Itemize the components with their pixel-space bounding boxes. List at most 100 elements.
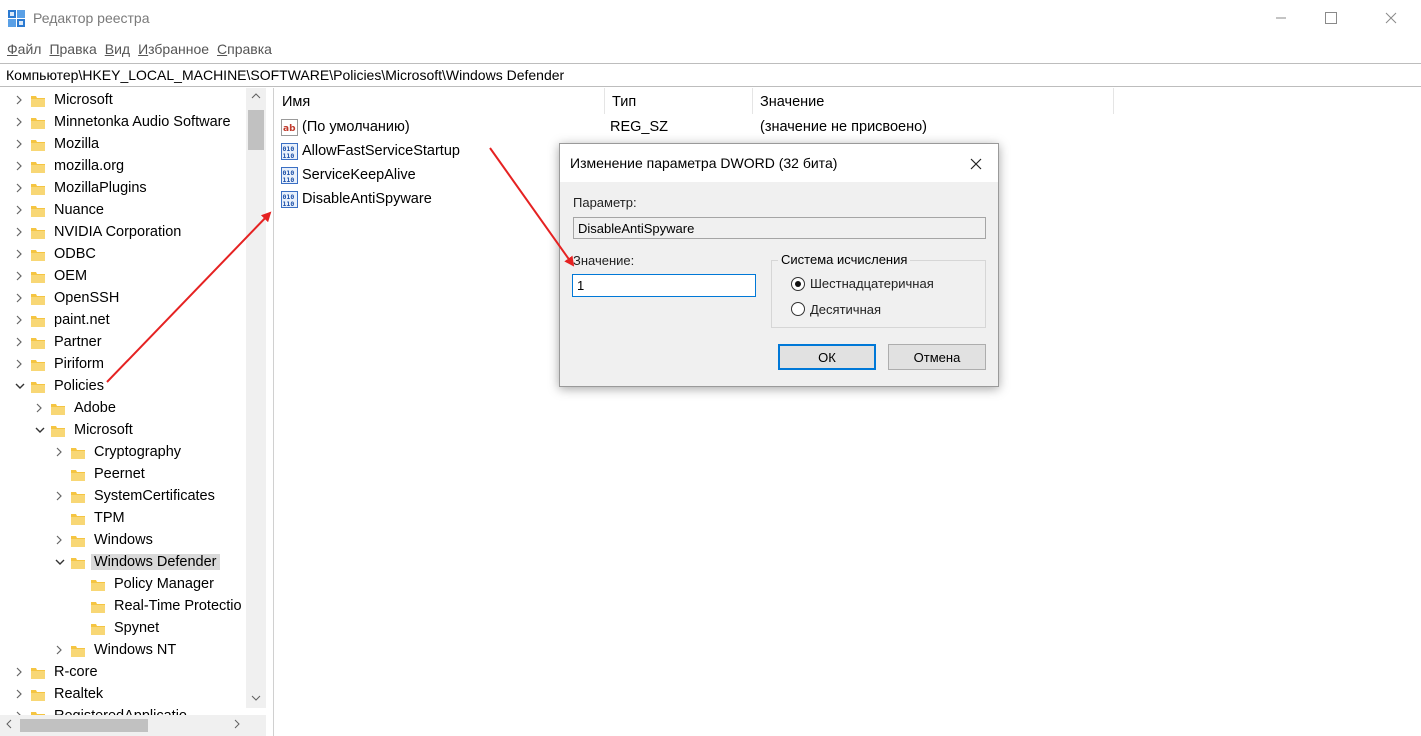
menu-item[interactable]: Вид [105, 39, 130, 61]
radio-hex[interactable] [791, 277, 805, 291]
value-row[interactable]: ab (По умолчанию) REG_SZ (значение не присв… [275, 116, 1421, 140]
tree-node[interactable]: SystemCertificates [0, 486, 246, 508]
close-window-button[interactable] [1368, 0, 1414, 36]
chevron-right-icon[interactable] [14, 336, 26, 350]
column-header-name[interactable]: Имя [275, 88, 605, 114]
chevron-right-icon[interactable] [54, 644, 66, 658]
radio-dec[interactable] [791, 302, 805, 316]
chevron-right-icon[interactable] [54, 534, 66, 548]
scroll-down-icon[interactable] [246, 690, 266, 708]
pane-splitter[interactable] [270, 88, 274, 736]
base-group-label: Система исчисления [778, 252, 911, 267]
chevron-right-icon[interactable] [14, 688, 26, 702]
chevron-right-icon[interactable] [14, 116, 26, 130]
folder-icon [91, 600, 105, 614]
tree-node[interactable]: mozilla.org [0, 156, 246, 178]
tree-vertical-scrollbar[interactable] [246, 88, 266, 708]
chevron-right-icon[interactable] [14, 270, 26, 284]
scroll-thumb[interactable] [248, 110, 264, 150]
chevron-right-icon[interactable] [14, 160, 26, 174]
folder-icon [71, 644, 85, 658]
tree-node[interactable]: ODBC [0, 244, 246, 266]
tree-node[interactable]: Spynet [0, 618, 246, 640]
tree-node[interactable]: Policy Manager [0, 574, 246, 596]
tree-node[interactable]: Partner [0, 332, 246, 354]
tree-node[interactable]: Microsoft [0, 420, 246, 442]
chevron-right-icon[interactable] [14, 94, 26, 108]
scroll-left-icon[interactable] [0, 715, 18, 736]
tree-node[interactable]: NVIDIA Corporation [0, 222, 246, 244]
tree-node[interactable]: Real-Time Protectio [0, 596, 246, 618]
value-data-input[interactable] [572, 274, 756, 297]
tree-node[interactable]: Nuance [0, 200, 246, 222]
address-bar[interactable]: Компьютер\HKEY_LOCAL_MACHINE\SOFTWARE\Po… [0, 63, 1421, 87]
tree-node[interactable]: Piriform [0, 354, 246, 376]
chevron-right-icon[interactable] [54, 490, 66, 504]
dialog-close-button[interactable] [956, 149, 996, 179]
chevron-right-icon[interactable] [14, 358, 26, 372]
chevron-down-icon[interactable] [14, 380, 26, 394]
menu-item[interactable]: Файл [7, 39, 41, 61]
regedit-app-icon [8, 10, 25, 27]
tree-horizontal-scrollbar[interactable] [0, 715, 246, 736]
hscroll-thumb[interactable] [20, 719, 148, 732]
tree-node[interactable]: Minnetonka Audio Software [0, 112, 246, 134]
column-header-data[interactable]: Значение [753, 88, 1114, 114]
radio-dec-label[interactable]: Десятичная [810, 302, 881, 317]
tree-node-label: paint.net [54, 312, 110, 328]
tree-node[interactable]: Policies [0, 376, 246, 398]
value-type: REG_SZ [610, 119, 669, 135]
tree-node[interactable]: Windows [0, 530, 246, 552]
folder-icon [31, 138, 45, 152]
tree-node[interactable]: Cryptography [0, 442, 246, 464]
chevron-down-icon[interactable] [34, 424, 46, 438]
column-header-type[interactable]: Тип [605, 88, 753, 114]
tree-node-label: Windows NT [94, 642, 177, 658]
radio-hex-label[interactable]: Шестнадцатеричная [810, 276, 934, 291]
chevron-down-icon[interactable] [54, 556, 66, 570]
chevron-right-icon[interactable] [14, 248, 26, 262]
maximize-icon [1325, 12, 1337, 24]
chevron-right-icon[interactable] [14, 292, 26, 306]
close-icon [1385, 12, 1397, 24]
tree-node[interactable]: paint.net [0, 310, 246, 332]
minimize-button[interactable] [1258, 0, 1304, 36]
close-icon [970, 158, 982, 170]
chevron-right-icon[interactable] [14, 204, 26, 218]
chevron-right-icon[interactable] [14, 666, 26, 680]
window-title: Редактор реестра [33, 10, 150, 26]
chevron-right-icon[interactable] [14, 226, 26, 240]
tree-node[interactable]: Adobe [0, 398, 246, 420]
folder-icon [31, 270, 45, 284]
tree-node[interactable]: Peernet [0, 464, 246, 486]
chevron-right-icon[interactable] [14, 314, 26, 328]
folder-icon [31, 666, 45, 680]
menu-item[interactable]: Справка [217, 39, 272, 61]
ok-button[interactable]: ОК [778, 344, 876, 370]
folder-icon [31, 336, 45, 350]
tree-node[interactable]: Windows NT [0, 640, 246, 662]
tree-node-label: Minnetonka Audio Software [54, 114, 231, 130]
tree-node-label: Policies [54, 378, 104, 394]
tree-node[interactable]: TPM [0, 508, 246, 530]
tree-node[interactable]: OpenSSH [0, 288, 246, 310]
chevron-right-icon[interactable] [14, 182, 26, 196]
chevron-right-icon[interactable] [14, 138, 26, 152]
title-bar: Редактор реестра [0, 0, 1421, 38]
tree-node[interactable]: Mozilla [0, 134, 246, 156]
tree-node[interactable]: MozillaPlugins [0, 178, 246, 200]
scroll-right-icon[interactable] [228, 715, 246, 736]
tree-node[interactable]: Realtek [0, 684, 246, 706]
tree-node[interactable]: R-core [0, 662, 246, 684]
cancel-button[interactable]: Отмена [888, 344, 986, 370]
menu-item[interactable]: Правка [49, 39, 96, 61]
tree-node[interactable]: Windows Defender [0, 552, 246, 574]
menu-item[interactable]: Избранное [138, 39, 209, 61]
tree-node[interactable]: OEM [0, 266, 246, 288]
scroll-up-icon[interactable] [246, 88, 266, 106]
chevron-right-icon[interactable] [34, 402, 46, 416]
chevron-right-icon[interactable] [54, 446, 66, 460]
maximize-button[interactable] [1308, 0, 1354, 36]
folder-icon [31, 314, 45, 328]
tree-node[interactable]: Microsoft [0, 90, 246, 112]
